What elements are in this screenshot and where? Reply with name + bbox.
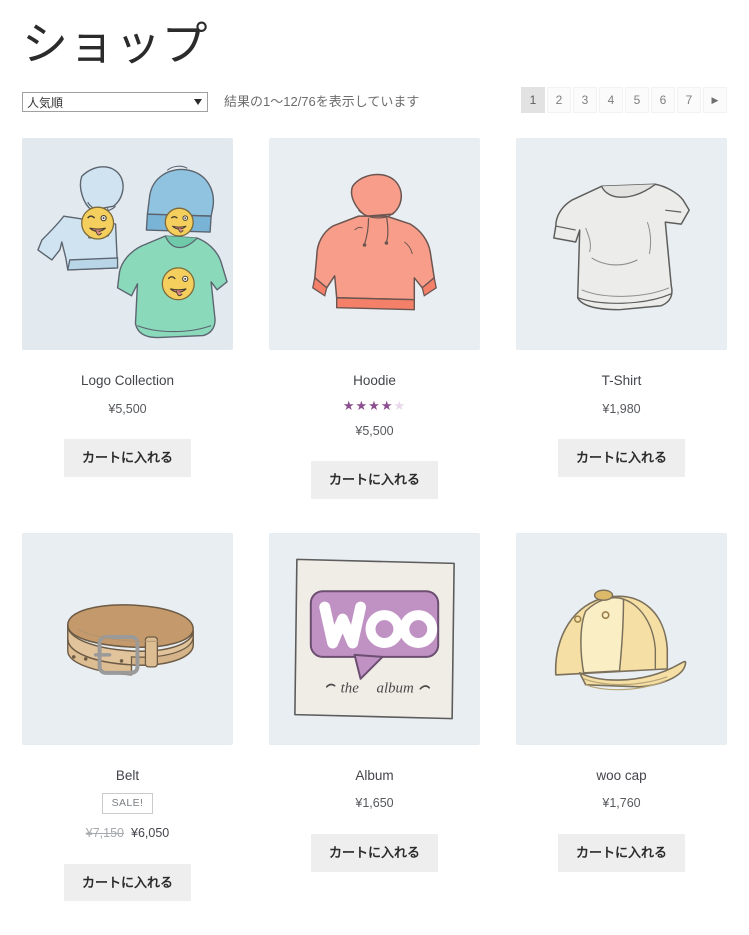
add-to-cart-button[interactable]: カートに入れる <box>63 439 191 477</box>
product-card-woo-cap[interactable]: woo cap ¥1,760 カートに入れる <box>516 532 727 935</box>
pagination-item: 4 <box>599 87 623 114</box>
pagination-item: 1 <box>521 87 545 114</box>
next-page-icon[interactable]: ▶ <box>703 87 727 114</box>
product-price: ¥5,500 <box>355 423 394 438</box>
page-title: ショップ <box>22 18 208 70</box>
product-price: ¥7,150 ¥6,050 <box>22 825 233 843</box>
page-number-3[interactable]: 3 <box>573 87 597 114</box>
pagination-item: 6 <box>651 87 675 114</box>
orderby-select[interactable]: 人気順 <box>22 92 208 113</box>
page-number-1[interactable]: 1 <box>521 87 545 114</box>
add-to-cart-button[interactable]: カートに入れる <box>63 863 191 902</box>
status-badge-sale: SALE! <box>101 793 154 815</box>
add-to-cart-button[interactable]: カートに入れる <box>557 439 685 477</box>
page-number-6[interactable]: 6 <box>651 87 675 114</box>
product-price: ¥1,980 <box>602 401 641 416</box>
page-number-7[interactable]: 7 <box>677 87 701 114</box>
product-ordering-form: 人気順 <box>22 92 208 113</box>
result-count: 結果の1〜12/76を表示しています <box>224 94 420 110</box>
page-number-5[interactable]: 5 <box>625 87 649 114</box>
product-price-sale: ¥6,050 <box>131 826 170 841</box>
pagination-item: 7 <box>677 87 701 114</box>
page-number-2[interactable]: 2 <box>547 87 571 114</box>
shop-page: ショップ 人気順 結果の1〜12/76を表示しています 1 2 3 4 5 6 … <box>0 20 749 935</box>
belt-image[interactable] <box>22 532 233 745</box>
pagination-list: 1 2 3 4 5 6 7 ▶ <box>521 87 727 114</box>
hoodie-image[interactable] <box>269 138 480 351</box>
product-price: ¥1,650 <box>355 796 394 811</box>
product-card-belt[interactable]: Belt SALE! ¥7,150 ¥6,050 カートに入れる <box>22 532 233 935</box>
product-title: Album <box>355 767 394 783</box>
pagination-item: 5 <box>625 87 649 114</box>
product-card-logo-collection[interactable]: Logo Collection ¥5,500 カートに入れる <box>22 138 233 533</box>
pagination-item: ▶ <box>703 87 727 114</box>
pagination: 1 2 3 4 5 6 7 ▶ <box>521 87 727 114</box>
add-to-cart-button[interactable]: カートに入れる <box>310 461 438 499</box>
pagination-item: 3 <box>573 87 597 114</box>
star-rating: ★★★★★ <box>269 399 480 412</box>
stars-filled: ★★★★ <box>342 397 394 413</box>
pagination-item: 2 <box>547 87 571 114</box>
product-card-album[interactable]: the album Album ¥1,650 カートに入れる <box>269 532 480 935</box>
orderby-select-wrapper: 人気順 <box>22 92 208 113</box>
add-to-cart-button[interactable]: カートに入れる <box>557 833 685 872</box>
page-number-4[interactable]: 4 <box>599 87 623 114</box>
album-image[interactable]: the album <box>269 532 480 745</box>
product-price-regular: ¥7,150 <box>85 826 124 841</box>
product-price: ¥5,500 <box>108 401 147 416</box>
svg-text:the: the <box>341 681 360 697</box>
product-title: woo cap <box>596 767 647 783</box>
product-title: T-Shirt <box>601 373 642 389</box>
product-card-hoodie[interactable]: Hoodie ★★★★★ ¥5,500 カートに入れる <box>269 138 480 533</box>
woo-cap-image[interactable] <box>516 532 727 745</box>
t-shirt-image[interactable] <box>516 138 727 351</box>
stars-empty: ★ <box>393 397 407 413</box>
product-grid: Logo Collection ¥5,500 カートに入れる Hoodie ★★… <box>22 138 727 935</box>
svg-text:album: album <box>376 681 414 697</box>
product-title: Hoodie <box>353 373 396 389</box>
logo-collection-image[interactable] <box>22 138 233 351</box>
product-price: ¥1,760 <box>602 796 641 811</box>
product-card-t-shirt[interactable]: T-Shirt ¥1,980 カートに入れる <box>516 138 727 533</box>
product-title: Belt <box>115 767 140 783</box>
add-to-cart-button[interactable]: カートに入れる <box>310 833 438 872</box>
product-title: Logo Collection <box>80 373 175 389</box>
shop-toolbar: 人気順 結果の1〜12/76を表示しています 1 2 3 4 5 6 7 ▶ <box>22 87 727 114</box>
